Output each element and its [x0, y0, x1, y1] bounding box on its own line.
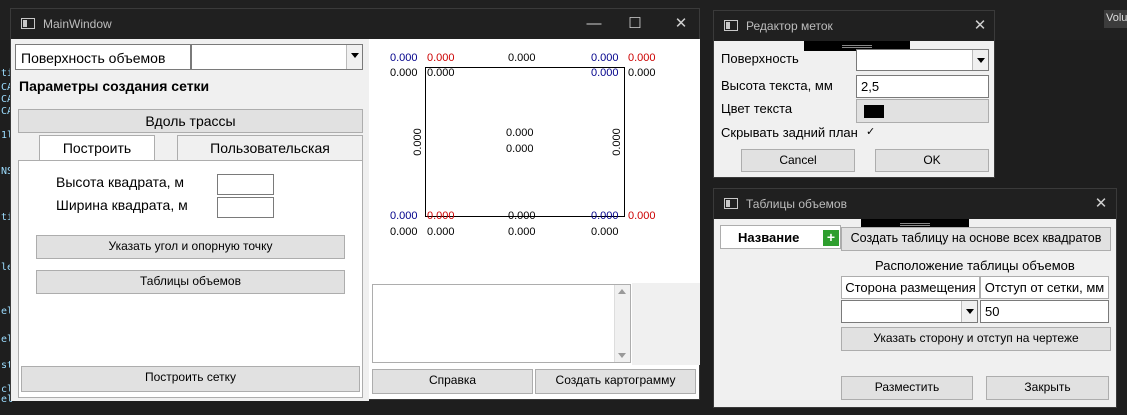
place-button[interactable]: Разместить [841, 376, 973, 400]
hide-background-checkbox[interactable]: ✓ [866, 127, 878, 139]
create-table-button[interactable]: Создать таблицу на основе всех квадратов [841, 227, 1111, 251]
background-editor-tab[interactable]: Volu [1104, 10, 1127, 28]
along-route-button[interactable]: Вдоль трассы [18, 109, 363, 133]
checkmark-icon: ✓ [866, 126, 876, 138]
maximize-icon[interactable]: ☐ [625, 14, 645, 34]
square-width-input[interactable] [217, 197, 274, 218]
specify-corner-button[interactable]: Указать угол и опорную точку [36, 235, 345, 259]
tab-custom[interactable]: Пользовательская [177, 135, 363, 161]
close-icon[interactable]: ✕ [1091, 194, 1111, 214]
volume-tables-titlebar[interactable]: Таблицы объемов ✕ [714, 189, 1116, 219]
volume-tables-window: Таблицы объемов ✕ Название + Создать таб… [713, 188, 1117, 408]
side-combobox[interactable] [841, 300, 978, 323]
grid-preview: 0.000 0.000 0.000 0.000 0.000 0.000 0.00… [369, 39, 700, 283]
text-color-label: Цвет текста [721, 101, 793, 116]
grid-center-value: 0.000 [506, 143, 534, 155]
minimize-icon[interactable]: — [584, 14, 604, 34]
close-button[interactable]: Закрыть [986, 376, 1109, 400]
text-height-input[interactable] [856, 75, 989, 98]
main-window-title: MainWindow [43, 17, 112, 31]
labels-surface-combobox[interactable] [856, 49, 989, 71]
tab-custom-label: Пользовательская [210, 140, 330, 156]
grid-value: 0.000 [591, 52, 619, 64]
grid-value: 0.000 [390, 210, 418, 222]
grid-left-vertical-value: 0.000 [411, 128, 424, 156]
volume-tables-button[interactable]: Таблицы объемов [36, 270, 345, 294]
offset-input[interactable] [980, 300, 1109, 323]
grid-params-title: Параметры создания сетки [19, 78, 210, 94]
chevron-down-icon[interactable] [346, 45, 362, 69]
grid-value: 0.000 [508, 210, 536, 222]
volume-tables-title: Таблицы объемов [746, 197, 847, 211]
surface-combobox[interactable] [191, 44, 363, 70]
app-window-icon [724, 198, 738, 209]
text-color-swatch [864, 105, 884, 118]
app-window-icon [21, 18, 35, 29]
grid-value: 0.000 [390, 52, 418, 64]
build-grid-button[interactable]: Построить сетку [21, 366, 360, 392]
side-header-label: Сторона размещения [845, 280, 976, 295]
labels-editor-titlebar[interactable]: Редактор меток ✕ [714, 11, 994, 41]
add-table-button[interactable]: + [823, 230, 839, 246]
text-color-button[interactable] [856, 99, 989, 123]
grid-value: 0.000 [508, 226, 536, 238]
offset-header-label: Отступ от сетки, мм [984, 280, 1105, 295]
grid-right-vertical-value: 0.000 [610, 128, 623, 156]
name-column-header: Название [738, 230, 800, 245]
help-button[interactable]: Справка [372, 369, 533, 394]
create-cartogram-button[interactable]: Создать картограмму [535, 369, 696, 394]
grid-value: 0.000 [390, 67, 418, 79]
log-scrollbar[interactable] [614, 285, 630, 362]
plus-icon: + [826, 229, 836, 245]
grid-value: 0.000 [390, 226, 418, 238]
tab-build-label: Построить [62, 140, 132, 156]
grid-value: 0.000 [628, 210, 656, 222]
surface-label: Поверхность объемов [21, 50, 166, 66]
tab-build[interactable]: Построить [39, 135, 155, 161]
main-window: MainWindow — ☐ ✕ Поверхность объемов Пар… [10, 8, 700, 401]
square-width-label: Ширина квадрата, м [56, 197, 188, 213]
grid-value: 0.000 [591, 226, 619, 238]
ok-button[interactable]: OK [875, 149, 989, 172]
app-window-icon [724, 20, 738, 31]
labels-editor-title: Редактор меток [746, 19, 833, 33]
log-textarea[interactable] [372, 284, 631, 363]
side-header: Сторона размещения [841, 276, 980, 299]
placement-title: Расположение таблицы объемов [875, 258, 1075, 273]
close-icon[interactable]: ✕ [671, 14, 691, 34]
close-icon[interactable]: ✕ [970, 16, 990, 36]
grid-value: 0.000 [628, 67, 656, 79]
chevron-down-icon[interactable] [961, 301, 977, 322]
square-height-input[interactable] [217, 174, 274, 195]
scroll-up-icon[interactable] [618, 289, 626, 294]
grid-value: 0.000 [427, 226, 455, 238]
scroll-down-icon[interactable] [618, 353, 626, 358]
square-height-label: Высота квадрата, м [56, 174, 185, 190]
grid-square [425, 67, 625, 217]
grid-value: 0.000 [508, 52, 536, 64]
surface-label-box: Поверхность объемов [15, 44, 191, 70]
grid-value: 0.000 [427, 67, 455, 79]
chevron-down-icon[interactable] [972, 50, 988, 70]
main-window-titlebar[interactable]: MainWindow — ☐ ✕ [11, 9, 699, 39]
grid-value: 0.000 [591, 67, 619, 79]
grid-center-value: 0.000 [506, 127, 534, 139]
specify-side-offset-button[interactable]: Указать сторону и отступ на чертеже [841, 327, 1111, 351]
grid-value: 0.000 [628, 52, 656, 64]
grid-value: 0.000 [427, 210, 455, 222]
hide-background-label: Скрывать задний план [721, 125, 858, 140]
cancel-button[interactable]: Cancel [741, 149, 855, 172]
preview-bottom-strip [632, 283, 700, 365]
labels-editor-window: Редактор меток ✕ Поверхность Высота текс… [713, 10, 995, 178]
grid-value: 0.000 [427, 52, 455, 64]
text-height-label: Высота текста, мм [721, 78, 833, 93]
left-panel: Поверхность объемов Параметры создания с… [11, 39, 369, 401]
labels-surface-label: Поверхность [721, 51, 799, 66]
offset-header: Отступ от сетки, мм [980, 276, 1109, 299]
grid-value: 0.000 [591, 210, 619, 222]
